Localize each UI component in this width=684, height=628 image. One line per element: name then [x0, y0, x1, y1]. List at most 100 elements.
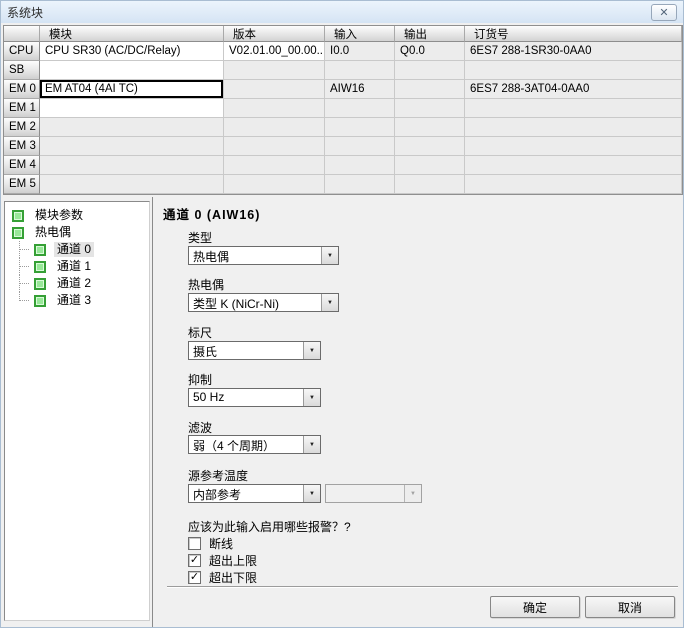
table-cell: [325, 175, 395, 194]
chevron-down-icon[interactable]: ▼: [303, 389, 320, 406]
checkbox-label: 超出上限: [209, 552, 257, 569]
wire-break-checkbox-row[interactable]: 断线: [188, 536, 233, 551]
close-button[interactable]: ✕: [651, 4, 677, 21]
settings-tree: 模块参数 热电偶 通道 0 通道 1 通道 2 通道 3: [4, 201, 150, 621]
table-cell: [465, 61, 682, 80]
tree-item-channel-0[interactable]: 通道 0: [5, 241, 149, 258]
thermocouple-select[interactable]: 类型 K (NiCr-Ni) ▼: [188, 293, 339, 312]
column-header-input: 输入: [325, 26, 395, 42]
column-header-version: 版本: [224, 26, 325, 42]
column-header-order: 订货号: [465, 26, 682, 42]
table-corner-header: [4, 26, 40, 42]
table-cell: [465, 99, 682, 118]
filter-label: 滤波: [188, 419, 212, 433]
checkbox-label: 超出下限: [209, 569, 257, 586]
cpu-output-cell: Q0.0: [395, 42, 465, 61]
chevron-down-icon: ▼: [404, 485, 421, 502]
select-value: 内部参考: [189, 485, 303, 502]
table-cell: [224, 80, 325, 99]
tree-node-icon: [34, 261, 46, 273]
window-title: 系统块: [7, 4, 43, 21]
scale-label: 标尺: [188, 324, 212, 338]
row-header-em4[interactable]: EM 4: [4, 156, 40, 175]
table-cell: [224, 118, 325, 137]
thermocouple-label: 热电偶: [188, 276, 224, 290]
cancel-button[interactable]: 取消: [585, 596, 675, 618]
lower-limit-checkbox[interactable]: ✓: [188, 571, 201, 584]
column-header-output: 输出: [395, 26, 465, 42]
chevron-down-icon[interactable]: ▼: [303, 436, 320, 453]
table-cell: [395, 137, 465, 156]
scale-select[interactable]: 摄氏 ▼: [188, 341, 321, 360]
type-select[interactable]: 热电偶 ▼: [188, 246, 339, 265]
row-header-em5[interactable]: EM 5: [4, 175, 40, 194]
row-header-em1[interactable]: EM 1: [4, 99, 40, 118]
table-cell: [395, 156, 465, 175]
row-header-cpu[interactable]: CPU: [4, 42, 40, 61]
select-value: 弱（4 个周期）: [189, 436, 303, 453]
table-cell: [224, 61, 325, 80]
select-value: 摄氏: [189, 342, 303, 359]
tree-node-icon: [34, 244, 46, 256]
table-cell: [395, 99, 465, 118]
em1-module-cell[interactable]: [40, 99, 224, 118]
table-cell: [395, 118, 465, 137]
cpu-order-cell: 6ES7 288-1SR30-0AA0: [465, 42, 682, 61]
alarm-question-text: 应该为此输入启用哪些报警？?: [188, 518, 351, 535]
row-header-em0[interactable]: EM 0: [4, 80, 40, 99]
tree-item-thermocouple[interactable]: 热电偶: [5, 224, 149, 241]
tree-item-label: 模块参数: [32, 208, 86, 223]
em2-module-cell[interactable]: [40, 118, 224, 137]
table-cell: [325, 156, 395, 175]
module-table: 模块 版本 输入 输出 订货号 CPU CPU SR30 (AC/DC/Rela…: [3, 25, 683, 195]
row-header-em3[interactable]: EM 3: [4, 137, 40, 156]
row-header-sb[interactable]: SB: [4, 61, 40, 80]
table-cell: [325, 137, 395, 156]
chevron-down-icon[interactable]: ▼: [303, 485, 320, 502]
tree-item-label: 通道 3: [54, 293, 94, 308]
em5-module-cell[interactable]: [40, 175, 224, 194]
tree-item-label: 通道 0: [54, 242, 94, 257]
rejection-label: 抑制: [188, 371, 212, 385]
upper-limit-checkbox-row[interactable]: ✓ 超出上限: [188, 553, 257, 568]
tree-item-label: 通道 2: [54, 276, 94, 291]
chevron-down-icon[interactable]: ▼: [303, 342, 320, 359]
row-header-em2[interactable]: EM 2: [4, 118, 40, 137]
em3-module-cell[interactable]: [40, 137, 224, 156]
filter-select[interactable]: 弱（4 个周期） ▼: [188, 435, 321, 454]
tree-item-channel-1[interactable]: 通道 1: [5, 258, 149, 275]
panel-heading: 通道 0 (AIW16): [163, 204, 260, 223]
check-icon: ✓: [190, 555, 199, 566]
wire-break-checkbox[interactable]: [188, 537, 201, 550]
source-ref-temp-secondary-select: ▼: [325, 484, 422, 503]
tree-item-channel-3[interactable]: 通道 3: [5, 292, 149, 309]
table-cell: [325, 99, 395, 118]
channel-settings-panel: 通道 0 (AIW16) 类型 热电偶 ▼ 热电偶 类型 K (NiCr-Ni)…: [152, 197, 684, 628]
table-cell: [395, 80, 465, 99]
em4-module-cell[interactable]: [40, 156, 224, 175]
table-cell: [224, 137, 325, 156]
table-cell: [224, 156, 325, 175]
chevron-down-icon[interactable]: ▼: [321, 294, 338, 311]
tree-item-channel-2[interactable]: 通道 2: [5, 275, 149, 292]
check-icon: ✓: [190, 572, 199, 583]
table-cell: [395, 61, 465, 80]
cpu-version-cell: V02.01.00_00.00...: [224, 42, 325, 61]
cpu-module-cell[interactable]: CPU SR30 (AC/DC/Relay): [40, 42, 224, 61]
sb-module-cell[interactable]: [40, 61, 224, 80]
em0-order-cell: 6ES7 288-3AT04-0AA0: [465, 80, 682, 99]
tree-node-icon: [12, 210, 24, 222]
column-header-module: 模块: [40, 26, 224, 42]
upper-limit-checkbox[interactable]: ✓: [188, 554, 201, 567]
em0-module-cell[interactable]: EM AT04 (4AI TC): [40, 80, 224, 99]
ok-button[interactable]: 确定: [490, 596, 580, 618]
table-cell: [465, 175, 682, 194]
source-ref-temp-label: 源参考温度: [188, 467, 248, 481]
lower-limit-checkbox-row[interactable]: ✓ 超出下限: [188, 570, 257, 585]
source-ref-temp-select[interactable]: 内部参考 ▼: [188, 484, 321, 503]
select-value: 50 Hz: [189, 389, 303, 406]
tree-item-module-params[interactable]: 模块参数: [5, 207, 149, 224]
table-cell: [224, 175, 325, 194]
chevron-down-icon[interactable]: ▼: [321, 247, 338, 264]
rejection-select[interactable]: 50 Hz ▼: [188, 388, 321, 407]
